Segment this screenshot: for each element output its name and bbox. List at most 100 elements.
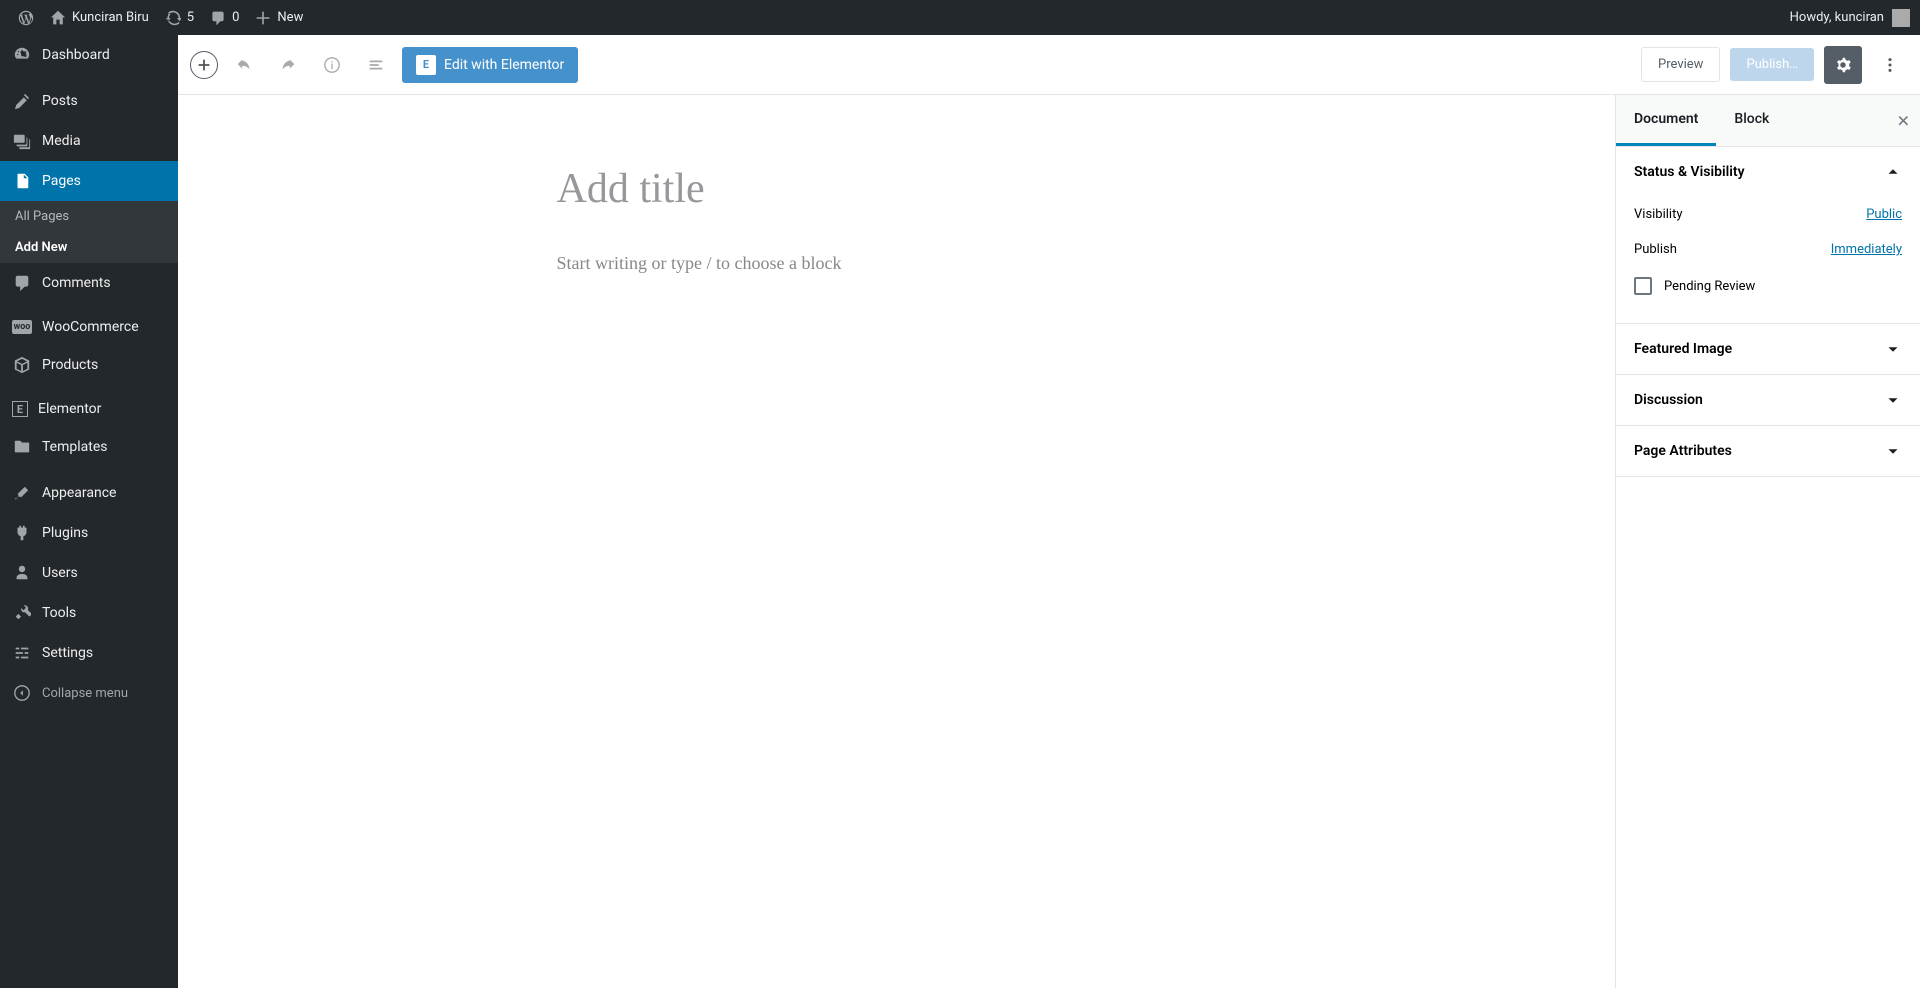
menu-tools[interactable]: Tools [0,593,178,633]
elementor-icon: E [416,55,436,75]
menu-products[interactable]: Products [0,345,178,385]
visibility-row: Visibility Public [1634,197,1902,232]
editor-toolbar: E Edit with Elementor Preview Publish… [178,35,1920,95]
submenu-add-new[interactable]: Add New [0,232,178,263]
comment-icon [210,10,226,26]
admin-bar-left: Kunciran Biru 5 0 New [10,0,311,35]
main-content: E Edit with Elementor Preview Publish… A… [178,35,1920,988]
menu-settings[interactable]: Settings [0,633,178,673]
wordpress-icon [18,10,34,26]
page-attributes-header[interactable]: Page Attributes [1616,426,1920,476]
products-icon [12,355,32,375]
publish-value[interactable]: Immediately [1831,242,1902,257]
user-icon [12,563,32,583]
menu-dashboard[interactable]: Dashboard [0,35,178,75]
collapse-icon [12,683,32,703]
updates-link[interactable]: 5 [157,0,202,35]
menu-templates[interactable]: Templates [0,427,178,467]
toolbar-left: E Edit with Elementor [190,47,578,83]
menu-elementor[interactable]: E Elementor [0,391,178,427]
pending-review-checkbox[interactable] [1634,277,1652,295]
plus-icon [255,10,271,26]
comments-count: 0 [232,10,239,25]
elementor-menu-icon: E [12,401,28,417]
list-icon [367,56,385,74]
media-icon [12,131,32,151]
body-input[interactable]: Start writing or type / to choose a bloc… [557,253,1237,274]
panel-page-attributes: Page Attributes [1616,426,1920,477]
menu-pages[interactable]: Pages [0,161,178,201]
visibility-label: Visibility [1634,207,1683,222]
featured-image-header[interactable]: Featured Image [1616,324,1920,374]
redo-button[interactable] [270,47,306,83]
updates-count: 5 [187,10,194,25]
editor-body: Add title Start writing or type / to cho… [178,95,1920,988]
pages-submenu: All Pages Add New [0,201,178,263]
menu-woocommerce[interactable]: woo WooCommerce [0,309,178,345]
info-button[interactable] [314,47,350,83]
publish-button[interactable]: Publish… [1730,48,1814,81]
folder-icon [12,437,32,457]
sliders-icon [12,643,32,663]
pin-icon [12,91,32,111]
outline-button[interactable] [358,47,394,83]
chevron-down-icon [1884,340,1902,358]
dashboard-icon [12,45,32,65]
publish-row: Publish Immediately [1634,232,1902,267]
status-visibility-body: Visibility Public Publish Immediately Pe… [1616,197,1920,323]
page-icon [12,171,32,191]
wordpress-logo[interactable] [10,0,42,35]
admin-bar-right[interactable]: Howdy, kunciran [1790,9,1910,27]
info-icon [323,56,341,74]
edit-with-elementor-button[interactable]: E Edit with Elementor [402,47,578,83]
menu-users[interactable]: Users [0,553,178,593]
menu-media[interactable]: Media [0,121,178,161]
status-visibility-header[interactable]: Status & Visibility [1616,147,1920,197]
plugin-icon [12,523,32,543]
preview-button[interactable]: Preview [1641,47,1720,82]
panel-discussion: Discussion [1616,375,1920,426]
menu-comments[interactable]: Comments [0,263,178,303]
admin-bar: Kunciran Biru 5 0 New Howdy, kunciran [0,0,1920,35]
wrench-icon [12,603,32,623]
chevron-up-icon [1884,163,1902,181]
discussion-header[interactable]: Discussion [1616,375,1920,425]
editor-canvas[interactable]: Add title Start writing or type / to cho… [178,95,1615,988]
avatar[interactable] [1892,9,1910,27]
panel-tabs: Document Block ✕ [1616,95,1920,147]
site-home-link[interactable]: Kunciran Biru [42,0,157,35]
comments-icon [12,273,32,293]
home-icon [50,10,66,26]
settings-toggle-button[interactable] [1824,46,1862,84]
refresh-icon [165,10,181,26]
new-label: New [277,10,303,25]
woocommerce-icon: woo [12,320,32,334]
add-block-button[interactable] [190,51,218,79]
chevron-down-icon [1884,391,1902,409]
undo-button[interactable] [226,47,262,83]
redo-icon [279,56,297,74]
editor-content: Add title Start writing or type / to cho… [527,165,1267,274]
more-vertical-icon [1881,56,1899,74]
comments-link[interactable]: 0 [202,0,247,35]
menu-plugins[interactable]: Plugins [0,513,178,553]
visibility-value[interactable]: Public [1866,207,1902,222]
admin-sidebar: Dashboard Posts Media Pages All Pages Ad… [0,35,178,988]
menu-posts[interactable]: Posts [0,81,178,121]
submenu-all-pages[interactable]: All Pages [0,201,178,232]
pending-review-label: Pending Review [1664,279,1755,294]
menu-appearance[interactable]: Appearance [0,473,178,513]
tab-document[interactable]: Document [1616,95,1716,146]
tab-block[interactable]: Block [1716,95,1787,146]
publish-label: Publish [1634,242,1677,257]
brush-icon [12,483,32,503]
user-greeting: Howdy, kunciran [1790,10,1884,25]
panel-status-visibility: Status & Visibility Visibility Public Pu… [1616,147,1920,324]
new-content-link[interactable]: New [247,0,311,35]
plus-circle-icon [195,56,213,74]
chevron-down-icon [1884,442,1902,460]
title-input[interactable]: Add title [557,165,1237,213]
more-options-button[interactable] [1872,47,1908,83]
close-panel-button[interactable]: ✕ [1897,111,1910,130]
collapse-menu[interactable]: Collapse menu [0,673,178,713]
